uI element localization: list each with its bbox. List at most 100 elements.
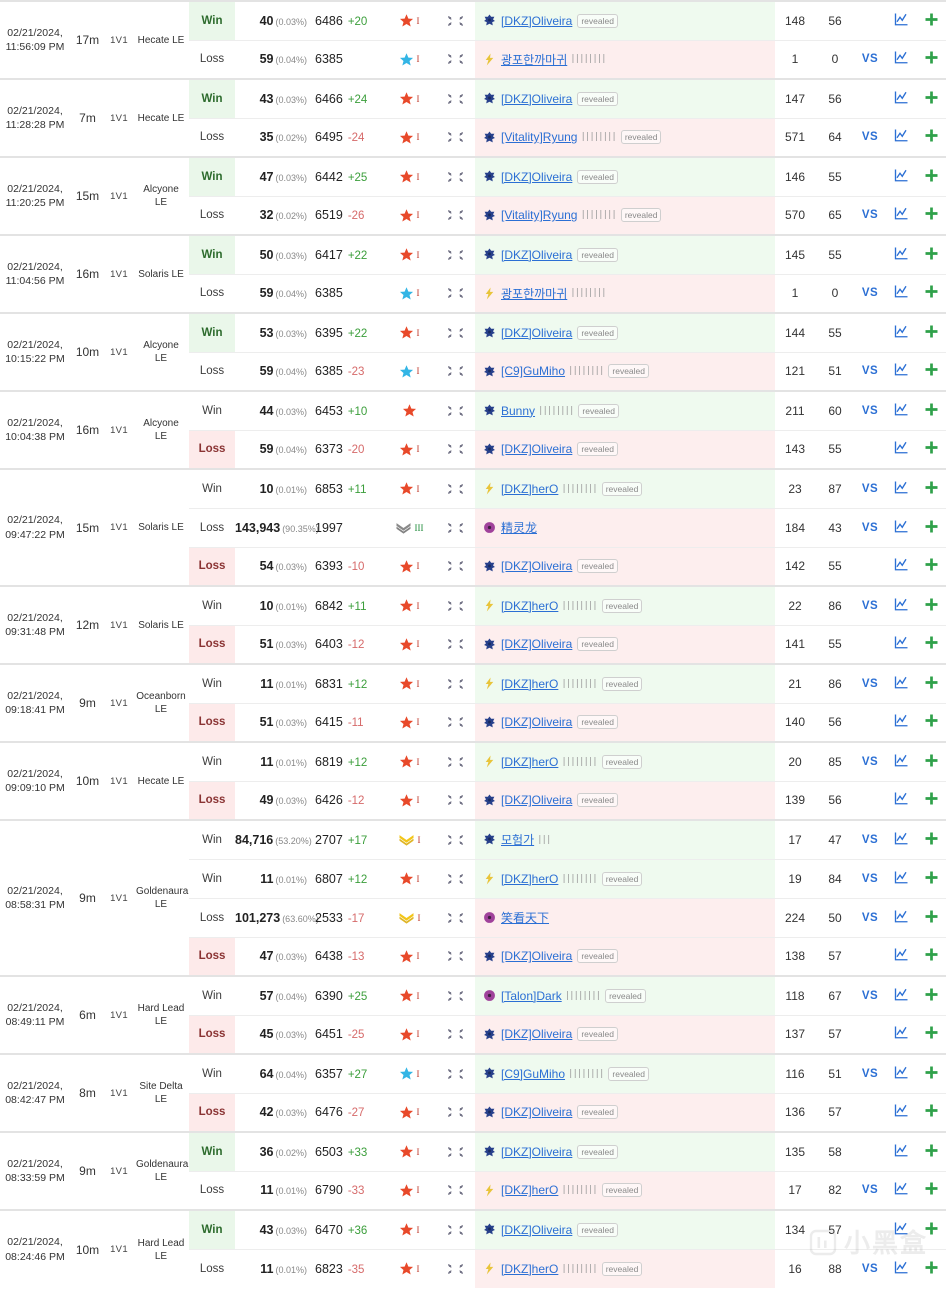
player-name-link[interactable]: 광포한까마귀: [501, 53, 567, 67]
stats-chart-icon[interactable]: [894, 402, 909, 417]
vs-button[interactable]: VS: [855, 352, 885, 391]
add-player-button[interactable]: [917, 1053, 946, 1094]
add-player-button[interactable]: [917, 1131, 946, 1172]
stats-chart-button[interactable]: [885, 1209, 917, 1250]
player-name-link[interactable]: [Vitality]Ryung: [501, 208, 577, 222]
player-name-link[interactable]: [DKZ]Oliveira: [501, 92, 572, 106]
stats-chart-button[interactable]: [885, 898, 917, 938]
add-plus-icon[interactable]: [924, 597, 939, 612]
add-plus-icon[interactable]: [924, 206, 939, 221]
stats-chart-icon[interactable]: [894, 50, 909, 65]
add-player-button[interactable]: [917, 156, 946, 197]
stats-chart-icon[interactable]: [894, 246, 909, 261]
vs-button[interactable]: VS: [855, 1171, 885, 1210]
stats-chart-icon[interactable]: [894, 90, 909, 105]
add-player-button[interactable]: [917, 1015, 946, 1054]
add-plus-icon[interactable]: [924, 12, 939, 27]
vs-button[interactable]: VS: [855, 859, 885, 899]
add-player-button[interactable]: [917, 703, 946, 742]
stats-chart-icon[interactable]: [894, 870, 909, 885]
vs-button[interactable]: VS: [855, 1053, 885, 1094]
stats-chart-button[interactable]: [885, 274, 917, 313]
stats-chart-icon[interactable]: [894, 635, 909, 650]
player-name-link[interactable]: [DKZ]Oliveira: [501, 248, 572, 262]
stats-chart-button[interactable]: [885, 1131, 917, 1172]
stats-chart-icon[interactable]: [894, 947, 909, 962]
vs-button[interactable]: VS: [855, 1249, 885, 1288]
add-player-button[interactable]: [917, 234, 946, 275]
player-name-link[interactable]: [DKZ]Oliveira: [501, 715, 572, 729]
player-name-link[interactable]: [C9]GuMiho: [501, 1067, 565, 1081]
stats-chart-button[interactable]: [885, 118, 917, 157]
player-name-link[interactable]: 笑看天下: [501, 911, 549, 925]
stats-chart-button[interactable]: [885, 741, 917, 782]
stats-chart-button[interactable]: [885, 352, 917, 391]
stats-chart-button[interactable]: [885, 1171, 917, 1210]
add-plus-icon[interactable]: [924, 246, 939, 261]
add-player-button[interactable]: [917, 430, 946, 469]
add-plus-icon[interactable]: [924, 635, 939, 650]
stats-chart-button[interactable]: [885, 468, 917, 509]
stats-chart-button[interactable]: [885, 585, 917, 626]
stats-chart-button[interactable]: [885, 781, 917, 820]
player-name-link[interactable]: [DKZ]Oliveira: [501, 170, 572, 184]
vs-button[interactable]: VS: [855, 741, 885, 782]
vs-button[interactable]: VS: [855, 274, 885, 313]
stats-chart-icon[interactable]: [894, 831, 909, 846]
add-player-button[interactable]: [917, 625, 946, 664]
add-plus-icon[interactable]: [924, 947, 939, 962]
stats-chart-button[interactable]: [885, 663, 917, 704]
stats-chart-button[interactable]: [885, 937, 917, 976]
stats-chart-button[interactable]: [885, 40, 917, 79]
vs-button[interactable]: VS: [855, 585, 885, 626]
stats-chart-icon[interactable]: [894, 987, 909, 1002]
player-name-link[interactable]: [DKZ]herO: [501, 872, 558, 886]
player-name-link[interactable]: [Vitality]Ryung: [501, 130, 577, 144]
player-name-link[interactable]: [DKZ]Oliveira: [501, 949, 572, 963]
add-plus-icon[interactable]: [924, 791, 939, 806]
stats-chart-icon[interactable]: [894, 1143, 909, 1158]
player-name-link[interactable]: [DKZ]Oliveira: [501, 1223, 572, 1237]
add-player-button[interactable]: [917, 585, 946, 626]
stats-chart-icon[interactable]: [894, 909, 909, 924]
stats-chart-icon[interactable]: [894, 557, 909, 572]
add-player-button[interactable]: [917, 898, 946, 938]
stats-chart-button[interactable]: [885, 703, 917, 742]
add-plus-icon[interactable]: [924, 480, 939, 495]
add-plus-icon[interactable]: [924, 753, 939, 768]
player-name-link[interactable]: 精灵龙: [501, 521, 537, 535]
add-plus-icon[interactable]: [924, 324, 939, 339]
add-player-button[interactable]: [917, 274, 946, 313]
add-player-button[interactable]: [917, 40, 946, 79]
player-name-link[interactable]: [DKZ]Oliveira: [501, 1105, 572, 1119]
player-name-link[interactable]: [DKZ]Oliveira: [501, 793, 572, 807]
stats-chart-icon[interactable]: [894, 1103, 909, 1118]
add-plus-icon[interactable]: [924, 1103, 939, 1118]
stats-chart-button[interactable]: [885, 0, 917, 41]
stats-chart-button[interactable]: [885, 508, 917, 548]
stats-chart-icon[interactable]: [894, 440, 909, 455]
player-name-link[interactable]: 광포한까마귀: [501, 287, 567, 301]
stats-chart-icon[interactable]: [894, 713, 909, 728]
add-plus-icon[interactable]: [924, 440, 939, 455]
vs-button[interactable]: VS: [855, 508, 885, 548]
add-plus-icon[interactable]: [924, 90, 939, 105]
stats-chart-icon[interactable]: [894, 1065, 909, 1080]
player-name-link[interactable]: Bunny: [501, 404, 535, 418]
stats-chart-icon[interactable]: [894, 1260, 909, 1275]
add-player-button[interactable]: [917, 352, 946, 391]
stats-chart-button[interactable]: [885, 859, 917, 899]
add-plus-icon[interactable]: [924, 284, 939, 299]
add-player-button[interactable]: [917, 937, 946, 976]
add-player-button[interactable]: [917, 975, 946, 1016]
add-plus-icon[interactable]: [924, 519, 939, 534]
add-plus-icon[interactable]: [924, 168, 939, 183]
stats-chart-button[interactable]: [885, 1053, 917, 1094]
stats-chart-button[interactable]: [885, 312, 917, 353]
add-player-button[interactable]: [917, 781, 946, 820]
add-plus-icon[interactable]: [924, 909, 939, 924]
add-player-button[interactable]: [917, 118, 946, 157]
stats-chart-button[interactable]: [885, 156, 917, 197]
stats-chart-button[interactable]: [885, 547, 917, 586]
add-plus-icon[interactable]: [924, 1260, 939, 1275]
